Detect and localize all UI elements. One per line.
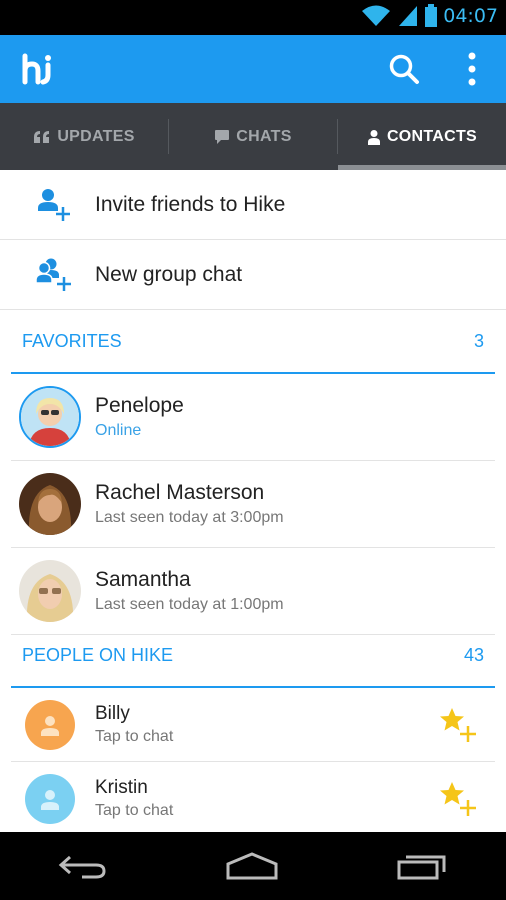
- contact-name: Billy: [95, 703, 130, 724]
- default-avatar: [25, 699, 75, 750]
- search-icon[interactable]: [388, 53, 420, 85]
- people-on-hike-header: PEOPLE ON HIKE 43: [11, 624, 495, 688]
- battery-icon: [425, 4, 438, 27]
- person-icon: [41, 789, 59, 810]
- star-add-icon[interactable]: [439, 780, 477, 818]
- new-group-chat-label: New group chat: [95, 262, 243, 286]
- contact-status: Tap to chat: [95, 728, 174, 745]
- system-nav-bar: [0, 832, 506, 900]
- star-add-icon[interactable]: [439, 706, 477, 744]
- contact-row[interactable]: Rachel Masterson Last seen today at 3:00…: [11, 461, 495, 548]
- contact-row[interactable]: Billy Tap to chat: [11, 688, 495, 762]
- tab-label: CHATS: [236, 127, 292, 145]
- contact-row[interactable]: Samantha Last seen today at 1:00pm: [11, 548, 495, 635]
- tab-contacts[interactable]: CONTACTS: [338, 103, 506, 170]
- new-group-chat-row[interactable]: New group chat: [0, 240, 506, 310]
- person-icon: [41, 715, 59, 736]
- favorites-header: FAVORITES 3: [11, 310, 495, 374]
- section-count: 43: [463, 644, 484, 665]
- hike-logo[interactable]: [22, 53, 54, 85]
- chat-bubble-icon: [215, 129, 230, 144]
- section-title: PEOPLE ON HIKE: [22, 644, 174, 665]
- avatar: [19, 386, 81, 448]
- contact-name: Rachel Masterson: [95, 481, 265, 504]
- invite-friends-label: Invite friends to Hike: [95, 192, 286, 216]
- contact-name: Penelope: [95, 394, 184, 417]
- avatar: [19, 560, 81, 622]
- status-bar: 04:07: [0, 0, 506, 35]
- tab-updates[interactable]: UPDATES: [0, 103, 168, 170]
- clock: 04:07: [443, 5, 498, 27]
- app-bar: [0, 35, 506, 103]
- add-group-icon: [34, 258, 71, 291]
- contact-row[interactable]: Penelope Online: [11, 374, 495, 461]
- wifi-icon: [362, 5, 391, 26]
- add-person-icon: [37, 188, 70, 221]
- contact-status: Last seen today at 1:00pm: [95, 596, 284, 613]
- signal-icon: [399, 6, 418, 26]
- overflow-menu-icon[interactable]: [462, 51, 482, 87]
- contact-status: Online: [95, 422, 142, 439]
- quote-icon: [34, 130, 50, 143]
- person-icon: [367, 129, 380, 145]
- contact-name: Kristin: [95, 777, 148, 798]
- contact-row[interactable]: Kristin Tap to chat: [11, 762, 495, 836]
- recent-apps-icon[interactable]: [396, 851, 448, 881]
- tab-label: UPDATES: [57, 127, 135, 145]
- tab-chats[interactable]: CHATS: [169, 103, 337, 170]
- invite-friends-row[interactable]: Invite friends to Hike: [0, 170, 506, 240]
- contact-name: Samantha: [95, 568, 191, 591]
- tab-label: CONTACTS: [386, 127, 478, 145]
- contact-status: Last seen today at 3:00pm: [95, 509, 284, 526]
- back-icon[interactable]: [58, 851, 108, 881]
- section-count: 3: [473, 330, 484, 351]
- contact-status: Tap to chat: [95, 802, 174, 819]
- default-avatar: [25, 773, 75, 824]
- section-title: FAVORITES: [22, 330, 122, 351]
- home-icon[interactable]: [225, 851, 279, 881]
- avatar: [19, 473, 81, 535]
- tab-bar: UPDATES CHATS CONTACTS: [0, 103, 506, 170]
